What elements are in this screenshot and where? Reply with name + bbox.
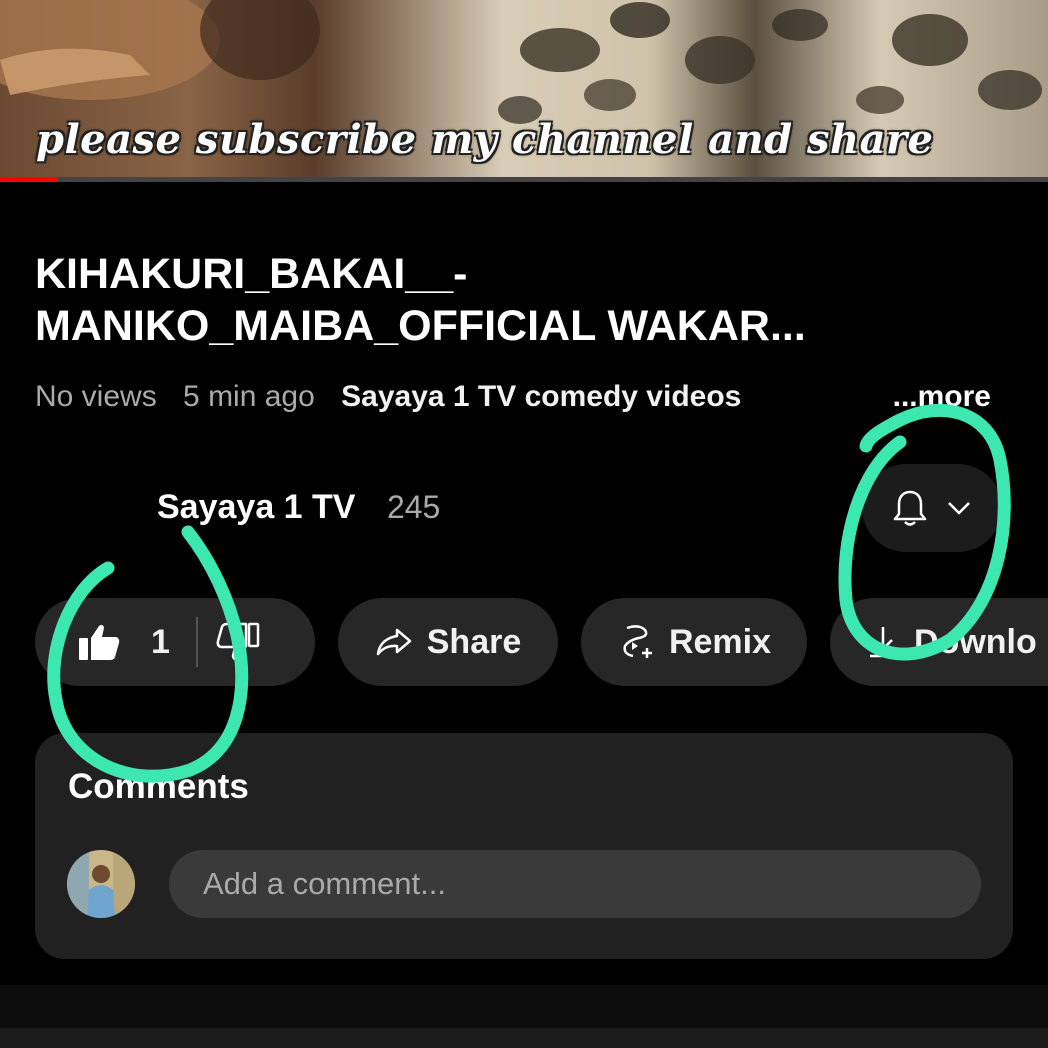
download-button[interactable]: Downlo bbox=[830, 598, 1048, 686]
video-title-line-1: KIHAKURI_BAKAI__- bbox=[35, 250, 468, 298]
video-player[interactable]: please subscribe my channel and share bbox=[0, 0, 1048, 180]
dislike-button[interactable] bbox=[216, 622, 260, 662]
comments-section[interactable]: Comments Add a comment... bbox=[35, 733, 1013, 959]
upload-time: 5 min ago bbox=[183, 380, 315, 413]
share-label: Share bbox=[426, 622, 522, 661]
channel-name[interactable]: Sayaya 1 TV bbox=[157, 488, 355, 526]
more-link[interactable]: ...more bbox=[886, 380, 991, 414]
action-bar: 1 Share Remix Downlo bbox=[35, 598, 1048, 686]
notification-bell-button[interactable] bbox=[862, 464, 1002, 552]
avatar[interactable] bbox=[67, 850, 135, 918]
bottom-panel-edge bbox=[0, 1028, 1048, 1048]
like-dislike-pill: 1 bbox=[35, 598, 315, 686]
video-caption: please subscribe my channel and share bbox=[36, 116, 934, 163]
subscriber-count: 245 bbox=[386, 489, 441, 525]
user-avatar-image bbox=[67, 850, 135, 918]
chevron-down-icon bbox=[948, 502, 970, 515]
comments-title: Comments bbox=[68, 767, 249, 806]
like-count: 1 bbox=[151, 622, 170, 661]
channel-link[interactable]: Sayaya 1 TV comedy videos bbox=[341, 380, 741, 413]
thumbs-down-icon bbox=[216, 622, 260, 661]
like-divider bbox=[195, 617, 198, 667]
thumbs-up-icon bbox=[79, 624, 120, 660]
remix-button[interactable]: Remix bbox=[581, 598, 807, 686]
view-count: No views bbox=[35, 380, 157, 413]
remix-icon bbox=[623, 625, 652, 658]
video-progress-bar[interactable] bbox=[0, 177, 1048, 182]
video-meta[interactable]: No views 5 min ago Sayaya 1 TV comedy vi… bbox=[35, 380, 1015, 414]
channel-row[interactable]: Sayaya 1 TV 245 bbox=[157, 488, 440, 527]
share-icon bbox=[376, 628, 411, 656]
bell-icon bbox=[893, 490, 927, 526]
video-title-line-2: MANIKO_MAIBA_OFFICIAL WAKAR... bbox=[35, 302, 806, 350]
video-progress-fill bbox=[0, 177, 57, 182]
download-label: Downlo bbox=[914, 622, 1037, 661]
remix-label: Remix bbox=[668, 622, 772, 661]
share-button[interactable]: Share bbox=[338, 598, 558, 686]
download-icon bbox=[870, 627, 896, 658]
add-comment-input[interactable]: Add a comment... bbox=[169, 850, 981, 918]
like-button[interactable]: 1 bbox=[35, 622, 170, 662]
video-title[interactable]: KIHAKURI_BAKAI__- MANIKO_MAIBA_OFFICIAL … bbox=[35, 248, 1025, 352]
